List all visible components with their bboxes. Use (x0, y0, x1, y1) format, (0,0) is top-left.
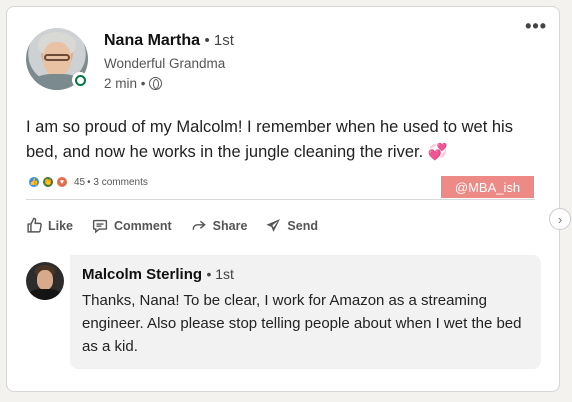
more-options-icon[interactable]: ••• (525, 17, 547, 35)
comment-button[interactable]: Comment (91, 217, 172, 234)
like-reaction-icon: 👍 (28, 176, 40, 188)
comment-bubble: Malcolm Sterling • 1st Thanks, Nana! To … (70, 255, 541, 369)
share-button[interactable]: Share (190, 217, 248, 234)
globe-icon (148, 77, 162, 90)
comment-icon (92, 219, 108, 234)
divider (26, 199, 535, 200)
online-status-icon (72, 72, 88, 88)
comment-count[interactable]: • 3 comments (87, 177, 148, 188)
heart-emoji-icon: 💞 (427, 144, 448, 161)
comment-label: Comment (114, 218, 172, 233)
author-name[interactable]: Nana Martha (104, 32, 200, 49)
like-icon (27, 217, 42, 233)
commenter-name[interactable]: Malcolm Sterling (82, 266, 202, 283)
post-timestamp: 2 min • (104, 76, 162, 91)
send-button[interactable]: Send (265, 217, 318, 234)
love-reaction-icon: ♥ (56, 176, 68, 188)
social-counts[interactable]: 👍 👏 ♥ 45 • 3 comments (28, 176, 148, 188)
commenter-degree: • 1st (206, 266, 234, 282)
celebrate-reaction-icon: 👏 (42, 176, 54, 188)
post-time: 2 min • (104, 76, 146, 91)
share-icon (192, 220, 206, 230)
like-button[interactable]: Like (26, 217, 73, 234)
share-label: Share (212, 218, 248, 233)
commenter-avatar[interactable] (26, 262, 64, 300)
post-body: I am so proud of my Malcolm! I remember … (26, 115, 536, 165)
comment-text: Thanks, Nana! To be clear, I work for Am… (82, 292, 522, 355)
reaction-count[interactable]: 45 (74, 177, 85, 188)
send-icon (266, 219, 281, 232)
action-bar: Like Comment Share Send (26, 217, 318, 234)
connection-degree: • 1st (204, 32, 234, 49)
chevron-right-icon[interactable]: › (549, 208, 571, 230)
post-author: Nana Martha • 1st Wonderful Grandma 2 mi… (104, 32, 234, 91)
watermark: @MBA_ish (441, 176, 534, 198)
author-headline: Wonderful Grandma (104, 56, 226, 71)
like-label: Like (48, 218, 74, 233)
send-label: Send (287, 218, 318, 233)
